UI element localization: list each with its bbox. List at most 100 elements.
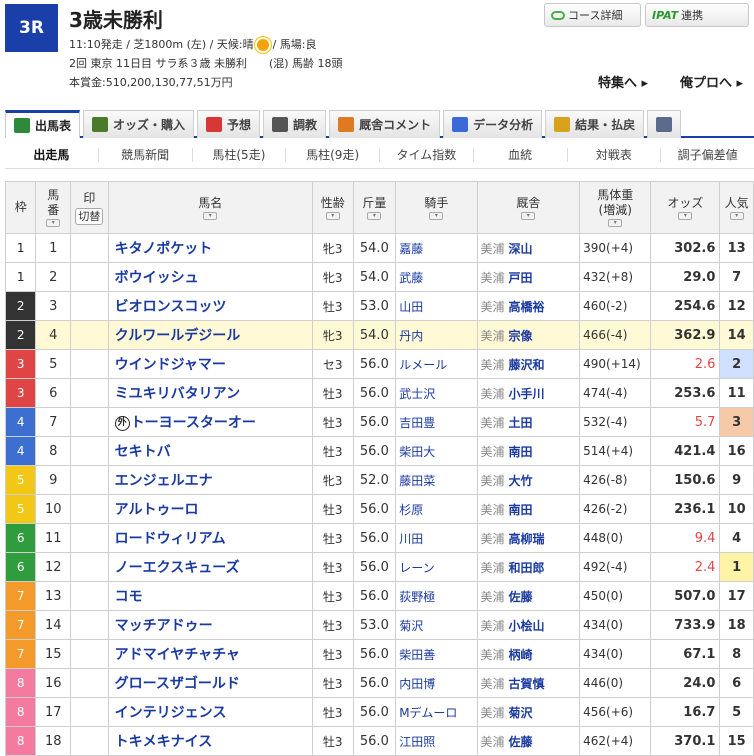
mark-cell[interactable] [70, 436, 109, 466]
header-horse[interactable]: 馬名 ▾ [107, 181, 313, 234]
sort-icon[interactable]: ▾ [678, 211, 693, 220]
trainer-cell[interactable]: 美浦 大竹 [476, 465, 581, 495]
horse-name-link[interactable]: トーヨースターオー [131, 415, 256, 431]
odds-cell[interactable]: 29.0 [650, 262, 721, 292]
table-row[interactable]: 8 17 インテリジェンス 牡3 56.0 Mデムーロ 美浦 菊沢 456(+6) 16.7 5 [4, 697, 754, 727]
trainer-cell[interactable]: 美浦 深山 [476, 233, 581, 263]
horse-name-cell[interactable]: ビオロンスコッツ [107, 291, 313, 321]
horse-name-cell[interactable]: マッチアドゥー [107, 610, 313, 640]
trainer-name[interactable]: 土田 [509, 416, 533, 430]
odds-cell[interactable]: 421.4 [650, 436, 721, 466]
trainer-cell[interactable]: 美浦 小手川 [476, 378, 581, 408]
horse-name-cell[interactable]: アルトゥーロ [107, 494, 313, 524]
jockey-cell[interactable]: 武藤 [395, 262, 478, 292]
mark-cell[interactable] [70, 639, 109, 669]
trainer-cell[interactable]: 美浦 藤沢和 [476, 349, 581, 379]
header-sexage[interactable]: 性齢 ▾ [311, 181, 354, 234]
header-kinryo[interactable]: 斤量 ▾ [352, 181, 397, 234]
trainer-name[interactable]: 宗像 [509, 329, 533, 343]
horse-name-link[interactable]: インテリジェンス [115, 705, 227, 721]
horse-name-link[interactable]: クルワールデジール [115, 328, 241, 344]
horse-name-cell[interactable]: アドマイヤチャチャ [107, 639, 313, 669]
horse-name-link[interactable]: エンジェルエナ [115, 473, 213, 489]
tab-table[interactable]: 出馬表 [5, 110, 81, 138]
trainer-name[interactable]: 佐藤 [509, 590, 533, 604]
subnav-item[interactable]: 血統 [474, 147, 568, 162]
table-row[interactable]: 5 10 アルトゥーロ 牡3 56.0 杉原 美浦 南田 426(-2) 236.1 10 [4, 494, 754, 524]
odds-cell[interactable]: 5.7 [650, 407, 721, 437]
trainer-name[interactable]: 高柳瑞 [509, 532, 545, 546]
sort-icon[interactable]: ▾ [46, 219, 61, 227]
jockey-cell[interactable]: レーン [395, 552, 478, 582]
jockey-cell[interactable]: 杉原 [395, 494, 478, 524]
trainer-cell[interactable]: 美浦 高柳瑞 [476, 523, 581, 553]
mark-cell[interactable] [70, 552, 109, 582]
trainer-cell[interactable]: 美浦 小桧山 [476, 610, 581, 640]
trainer-name[interactable]: 柄崎 [509, 648, 533, 662]
horse-name-link[interactable]: アドマイヤチャチャ [115, 647, 240, 663]
table-row[interactable]: 8 18 トキメキナイス 牡3 56.0 江田照 美浦 佐藤 462(+4) 370.1 15 [4, 726, 754, 756]
horse-name-link[interactable]: ウインドジャマー [115, 357, 226, 373]
trainer-name[interactable]: 小桧山 [509, 619, 545, 633]
trainer-cell[interactable]: 美浦 和田郎 [476, 552, 581, 582]
horse-name-link[interactable]: コモ [115, 589, 143, 605]
horse-name-link[interactable]: キタノポケット [115, 241, 213, 257]
horse-name-cell[interactable]: 外トーヨースターオー [107, 407, 313, 437]
jockey-cell[interactable]: 江田照 [395, 726, 478, 756]
sort-icon[interactable]: ▾ [367, 211, 382, 220]
trainer-name[interactable]: 戸田 [509, 271, 533, 285]
jockey-cell[interactable]: 丹内 [395, 320, 478, 350]
jockey-cell[interactable]: 武士沢 [395, 378, 478, 408]
horse-name-cell[interactable]: エンジェルエナ [107, 465, 313, 495]
horse-name-cell[interactable]: ロードウィリアム [107, 523, 313, 553]
trainer-cell[interactable]: 美浦 宗像 [476, 320, 581, 350]
table-row[interactable]: 5 9 エンジェルエナ 牝3 52.0 藤田菜 美浦 大竹 426(-8) 150.6 9 [4, 465, 754, 495]
sort-icon[interactable]: ▾ [608, 219, 623, 227]
table-row[interactable]: 7 13 コモ 牡3 56.0 荻野極 美浦 佐藤 450(0) 507.0 17 [4, 581, 754, 611]
subnav-item[interactable]: 馬柱(5走) [193, 147, 287, 162]
header-odds[interactable]: オッズ ▾ [650, 181, 721, 234]
jockey-cell[interactable]: ルメール [395, 349, 478, 379]
horse-name-link[interactable]: ミユキリバタリアン [115, 386, 240, 402]
horse-name-link[interactable]: セキトバ [115, 444, 171, 460]
tab-video[interactable] [647, 110, 682, 138]
trainer-name[interactable]: 古賀慎 [509, 677, 545, 691]
header-trainer[interactable]: 厩舎 ▾ [476, 181, 581, 234]
horse-name-link[interactable]: トキメキナイス [115, 734, 213, 750]
trainer-cell[interactable]: 美浦 南田 [476, 494, 581, 524]
odds-cell[interactable]: 16.7 [650, 697, 721, 727]
tab-coins[interactable]: 結果・払戻 [545, 110, 645, 138]
horse-name-link[interactable]: ノーエクスキューズ [115, 560, 240, 576]
table-row[interactable]: 6 11 ロードウィリアム 牡3 56.0 川田 美浦 高柳瑞 448(0) 9.4 4 [4, 523, 754, 553]
mark-toggle-button[interactable]: 切替 [75, 207, 104, 225]
mark-cell[interactable] [70, 320, 109, 350]
trainer-name[interactable]: 南田 [509, 445, 533, 459]
horse-name-cell[interactable]: インテリジェンス [107, 697, 313, 727]
trainer-name[interactable]: 南田 [509, 503, 533, 517]
trainer-name[interactable]: 高橋裕 [509, 300, 545, 314]
tab-target[interactable]: 予想 [197, 110, 261, 138]
jockey-cell[interactable]: 柴田大 [395, 436, 478, 466]
header-jockey[interactable]: 騎手 ▾ [395, 181, 478, 234]
odds-cell[interactable]: 2.6 [650, 349, 721, 379]
table-row[interactable]: 7 15 アドマイヤチャチャ 牡3 56.0 柴田善 美浦 柄崎 434(0) 67.1 8 [4, 639, 754, 669]
mark-cell[interactable] [70, 291, 109, 321]
trainer-name[interactable]: 深山 [509, 242, 533, 256]
subnav-item[interactable]: タイム指数 [380, 147, 474, 162]
jockey-cell[interactable]: Mデムーロ [395, 697, 478, 727]
tab-bar-chart[interactable]: データ分析 [443, 110, 543, 138]
horse-name-cell[interactable]: ボウイッシュ [107, 262, 313, 292]
mark-cell[interactable] [70, 262, 109, 292]
header-pop[interactable]: 人気 ▾ [719, 181, 754, 234]
jockey-cell[interactable]: 柴田善 [395, 639, 478, 669]
subnav-item[interactable]: 競馬新聞 [99, 147, 193, 162]
odds-cell[interactable]: 236.1 [650, 494, 721, 524]
jockey-cell[interactable]: 内田博 [395, 668, 478, 698]
odds-cell[interactable]: 362.9 [650, 320, 721, 350]
odds-cell[interactable]: 2.4 [650, 552, 721, 582]
horse-name-link[interactable]: マッチアドゥー [115, 618, 213, 634]
odds-cell[interactable]: 67.1 [650, 639, 721, 669]
odds-cell[interactable]: 302.6 [650, 233, 721, 263]
trainer-cell[interactable]: 美浦 佐藤 [476, 726, 581, 756]
trainer-cell[interactable]: 美浦 古賀慎 [476, 668, 581, 698]
